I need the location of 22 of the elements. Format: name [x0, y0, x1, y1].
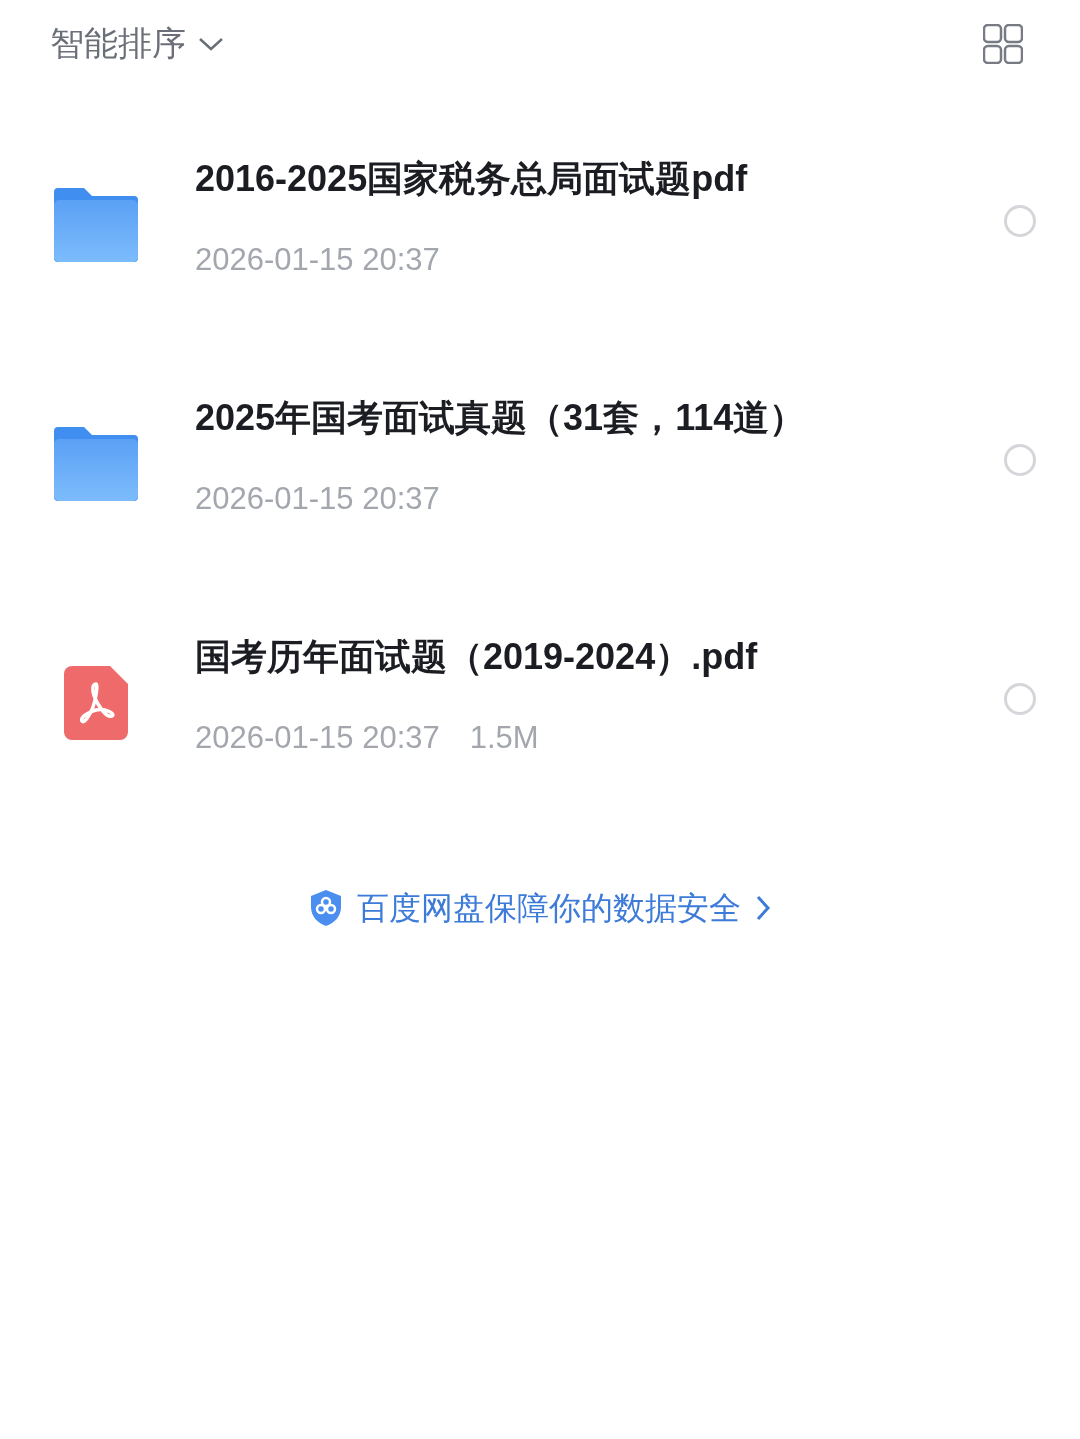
file-size: 1.5M [469, 719, 539, 757]
file-name: 2016-2025国家税务总局面试题pdf [195, 157, 749, 201]
pdf-icon [64, 666, 128, 740]
file-row[interactable]: 2025年国考面试真题（31套，114道） 2026-01-15 20:37 [0, 394, 1080, 633]
file-date: 2026-01-15 20:37 [195, 241, 440, 279]
chevron-right-icon [755, 894, 771, 922]
grid-view-icon[interactable] [983, 23, 1023, 64]
file-row[interactable]: 2016-2025国家税务总局面试题pdf 2026-01-15 20:37 [0, 155, 1080, 394]
shield-icon [309, 889, 343, 927]
file-date: 2026-01-15 20:37 [195, 480, 440, 518]
select-radio[interactable] [1004, 444, 1036, 476]
security-link[interactable]: 百度网盘保障你的数据安全 [309, 884, 771, 932]
folder-icon [54, 188, 138, 262]
folder-icon [54, 427, 138, 501]
select-radio[interactable] [1004, 683, 1036, 715]
select-radio[interactable] [1004, 205, 1036, 237]
file-row[interactable]: 国考历年面试题（2019-2024）.pdf 2026-01-15 20:37 1.5M [0, 633, 1080, 872]
sort-dropdown[interactable]: 智能排序 [50, 18, 224, 69]
file-date: 2026-01-15 20:37 [195, 719, 440, 757]
file-name: 2025年国考面试真题（31套，114道） [195, 396, 807, 440]
chevron-down-icon [198, 35, 224, 52]
file-name: 国考历年面试题（2019-2024）.pdf [195, 635, 759, 679]
